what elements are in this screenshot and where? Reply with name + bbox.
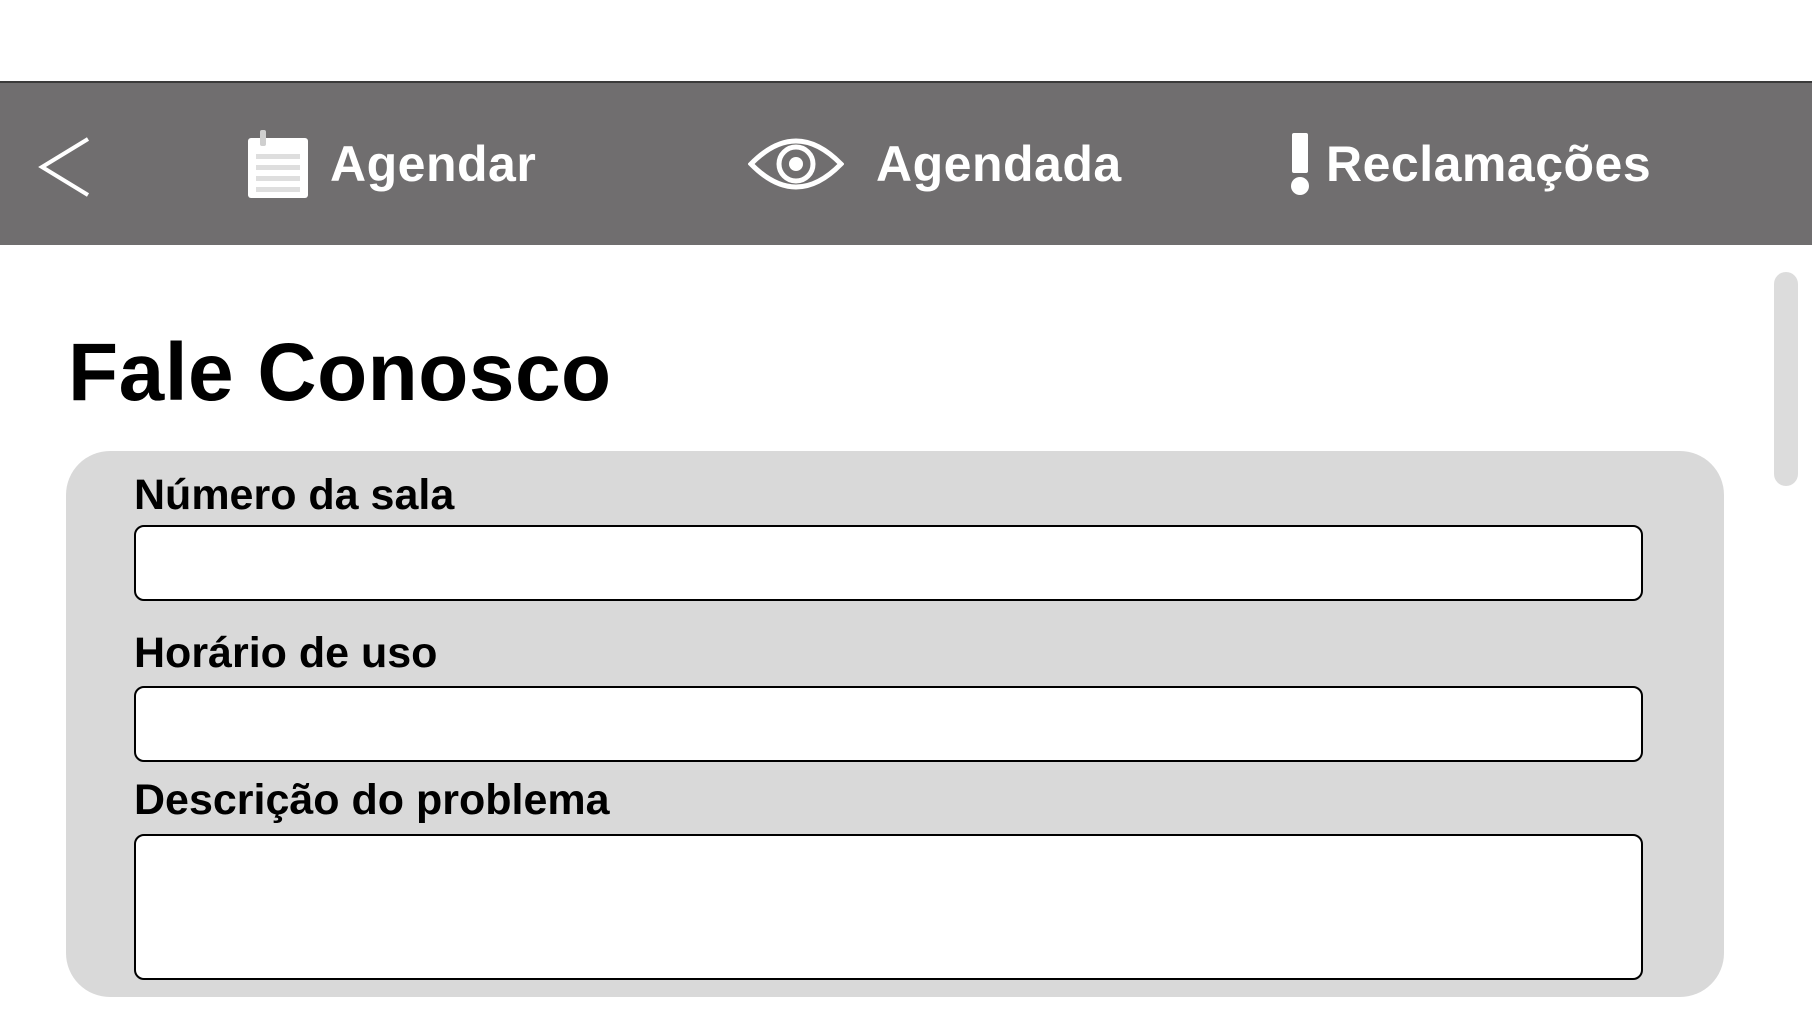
usage-time-label: Horário de uso [134, 629, 438, 677]
problem-description-label: Descrição do problema [134, 776, 610, 824]
problem-description-textarea[interactable] [134, 834, 1643, 980]
chevron-left-icon [38, 137, 90, 197]
nav-label-agendada: Agendada [876, 136, 1122, 192]
nav-label-reclamacoes: Reclamações [1326, 136, 1652, 192]
nav-item-agendar[interactable]: Agendar [248, 119, 536, 209]
room-number-input[interactable] [134, 525, 1643, 601]
eye-icon [748, 138, 844, 190]
nav-item-reclamacoes[interactable]: Reclamações [1288, 119, 1651, 209]
room-number-label: Número da sala [134, 471, 455, 519]
back-button[interactable] [36, 135, 96, 199]
scrollbar-thumb[interactable] [1774, 272, 1798, 486]
top-navigation-bar: Agendar Agendada Reclamações [0, 81, 1812, 245]
exclamation-icon [1291, 133, 1309, 195]
page-title: Fale Conosco [68, 327, 612, 418]
notepad-icon [248, 130, 308, 198]
complaint-form: Número da sala Horário de uso Descrição … [66, 451, 1724, 997]
nav-item-agendada[interactable]: Agendada [748, 119, 1122, 209]
nav-label-agendar: Agendar [330, 136, 537, 192]
usage-time-input[interactable] [134, 686, 1643, 762]
